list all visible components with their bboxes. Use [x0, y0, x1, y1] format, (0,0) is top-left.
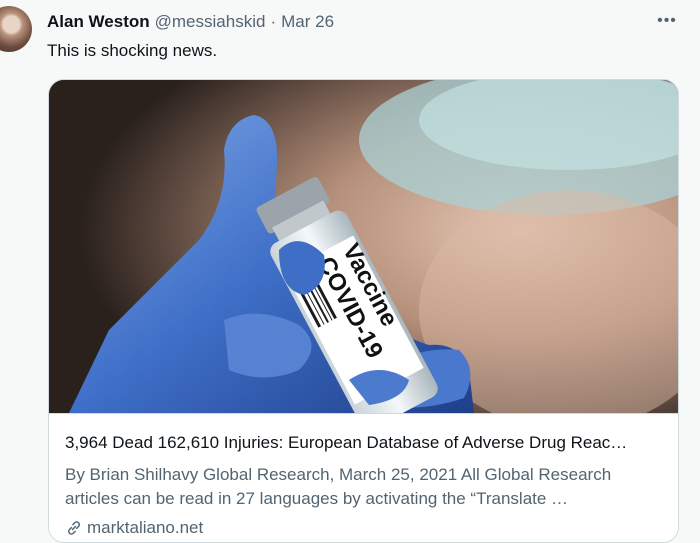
- avatar[interactable]: [0, 6, 32, 52]
- card-description: By Brian Shilhavy Global Research, March…: [65, 463, 655, 511]
- author-name[interactable]: Alan Weston: [47, 12, 150, 32]
- card-domain[interactable]: marktaliano.net: [65, 518, 203, 538]
- card-description-line1: By Brian Shilhavy Global Research, March…: [65, 465, 612, 484]
- card-domain-text[interactable]: marktaliano.net: [87, 518, 203, 538]
- author-handle[interactable]: @messiahskid: [155, 12, 266, 32]
- card-body: 3,964 Dead 162,610 Injuries: European Da…: [49, 413, 678, 542]
- card-description-line2: articles can be read in 27 languages by …: [65, 489, 569, 508]
- card-image[interactable]: COVID-19 Vaccine: [49, 80, 678, 413]
- tweet: Alan Weston @messiahskid · Mar 26 ••• Th…: [0, 0, 700, 543]
- link-preview-card[interactable]: COVID-19 Vaccine 3,964 Dead 162,610 Inju…: [48, 79, 679, 543]
- more-options-icon[interactable]: •••: [655, 10, 679, 32]
- link-icon: [67, 521, 81, 535]
- card-title[interactable]: 3,964 Dead 162,610 Injuries: European Da…: [65, 433, 665, 453]
- vaccine-vial-illustration: COVID-19 Vaccine: [49, 80, 678, 413]
- tweet-header: Alan Weston @messiahskid · Mar 26: [47, 11, 334, 33]
- separator: ·: [270, 12, 277, 31]
- tweet-date[interactable]: Mar 26: [281, 12, 334, 32]
- tweet-text: This is shocking news.: [47, 41, 218, 60]
